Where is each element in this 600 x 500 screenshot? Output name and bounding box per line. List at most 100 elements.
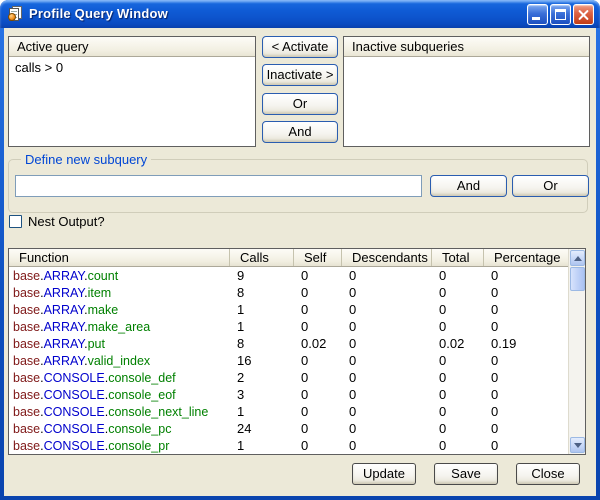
or-transfer-button[interactable]: Or [262,93,338,115]
window-title: Profile Query Window [29,6,168,21]
table-row[interactable]: base.CONSOLE.console_def20000 [9,370,568,387]
activate-button[interactable]: < Activate [262,36,338,58]
calls-value: 1 [229,404,293,421]
function-name: base.CONSOLE.console_pc [9,421,229,438]
close-dialog-button[interactable]: Close [516,463,580,485]
update-button[interactable]: Update [352,463,416,485]
calls-value: 16 [229,353,293,370]
total-value: 0 [431,268,483,285]
table-row[interactable]: base.CONSOLE.console_pr10000 [9,438,568,455]
self-value: 0.02 [293,336,341,353]
maximize-button[interactable] [550,4,571,25]
table-row[interactable]: base.ARRAY.valid_index160000 [9,353,568,370]
function-name: base.CONSOLE.console_eof [9,387,229,404]
column-header-percentage[interactable]: Percentage [483,249,568,266]
table-row[interactable]: base.ARRAY.make10000 [9,302,568,319]
total-value: 0 [431,319,483,336]
descendants-value: 0 [341,285,431,302]
descendants-value: 0 [341,302,431,319]
self-value: 0 [293,387,341,404]
total-value: 0 [431,387,483,404]
self-value: 0 [293,285,341,302]
calls-value: 8 [229,285,293,302]
calls-value: 2 [229,370,293,387]
percentage-value: 0 [483,404,568,421]
total-value: 0 [431,421,483,438]
self-value: 0 [293,353,341,370]
inactive-subqueries-panel: Inactive subqueries [343,36,590,147]
function-name: base.ARRAY.make_area [9,319,229,336]
define-subquery-group: Define new subquery And Or [8,159,588,213]
table-row[interactable]: base.ARRAY.put80.0200.020.19 [9,336,568,353]
percentage-value: 0.19 [483,336,568,353]
percentage-value: 0 [483,421,568,438]
total-value: 0 [431,370,483,387]
client-area: Active query calls > 0 < Activate Inacti… [4,28,596,496]
scrollbar-thumb[interactable] [570,267,585,291]
self-value: 0 [293,404,341,421]
function-name: base.ARRAY.item [9,285,229,302]
table-row[interactable]: base.ARRAY.item80000 [9,285,568,302]
self-value: 0 [293,438,341,455]
or-define-button[interactable]: Or [512,175,589,197]
nest-output-checkbox[interactable] [9,215,22,228]
table-row[interactable]: base.ARRAY.count90000 [9,268,568,285]
percentage-value: 0 [483,370,568,387]
and-define-button[interactable]: And [430,175,507,197]
close-button[interactable] [573,4,594,25]
descendants-value: 0 [341,404,431,421]
minimize-icon [532,17,540,20]
column-header-self[interactable]: Self [293,249,341,266]
define-subquery-label: Define new subquery [21,152,151,167]
vertical-scrollbar[interactable] [568,249,585,454]
calls-value: 1 [229,438,293,455]
self-value: 0 [293,268,341,285]
table-row[interactable]: base.ARRAY.make_area10000 [9,319,568,336]
percentage-value: 0 [483,438,568,455]
descendants-value: 0 [341,268,431,285]
save-button[interactable]: Save [434,463,498,485]
total-value: 0 [431,404,483,421]
inactive-subqueries-list[interactable] [344,58,589,146]
table-row[interactable]: base.CONSOLE.console_eof30000 [9,387,568,404]
calls-value: 24 [229,421,293,438]
function-name: base.CONSOLE.console_pr [9,438,229,455]
function-name: base.CONSOLE.console_next_line [9,404,229,421]
total-value: 0.02 [431,336,483,353]
profile-table: Function Calls Self Descendants Total Pe… [8,248,586,455]
column-header-descendants[interactable]: Descendants [341,249,431,266]
column-header-calls[interactable]: Calls [229,249,293,266]
descendants-value: 0 [341,438,431,455]
total-value: 0 [431,353,483,370]
and-transfer-button[interactable]: And [262,121,338,143]
subquery-input[interactable] [15,175,422,197]
active-query-header: Active query [9,37,255,57]
table-row[interactable]: base.CONSOLE.console_pc240000 [9,421,568,438]
function-name: base.ARRAY.put [9,336,229,353]
active-query-list[interactable]: calls > 0 [9,58,255,146]
scroll-up-icon[interactable] [570,250,585,266]
function-name: base.ARRAY.count [9,268,229,285]
percentage-value: 0 [483,319,568,336]
nest-output-label: Nest Output? [28,214,105,229]
calls-value: 1 [229,319,293,336]
inactivate-button[interactable]: Inactivate > [262,64,338,86]
calls-value: 3 [229,387,293,404]
descendants-value: 0 [341,336,431,353]
active-query-panel: Active query calls > 0 [8,36,256,147]
percentage-value: 0 [483,387,568,404]
calls-value: 8 [229,336,293,353]
self-value: 0 [293,319,341,336]
titlebar[interactable]: Profile Query Window [0,0,600,28]
inactive-subqueries-header: Inactive subqueries [344,37,589,57]
scroll-down-icon[interactable] [570,437,585,453]
minimize-button[interactable] [527,4,548,25]
descendants-value: 0 [341,421,431,438]
table-row[interactable]: base.CONSOLE.console_next_line10000 [9,404,568,421]
column-header-function[interactable]: Function [9,249,229,266]
list-item[interactable]: calls > 0 [9,58,255,75]
profile-query-window: Profile Query Window Active query calls … [0,0,600,500]
descendants-value: 0 [341,353,431,370]
table-header: Function Calls Self Descendants Total Pe… [9,249,568,267]
column-header-total[interactable]: Total [431,249,483,266]
